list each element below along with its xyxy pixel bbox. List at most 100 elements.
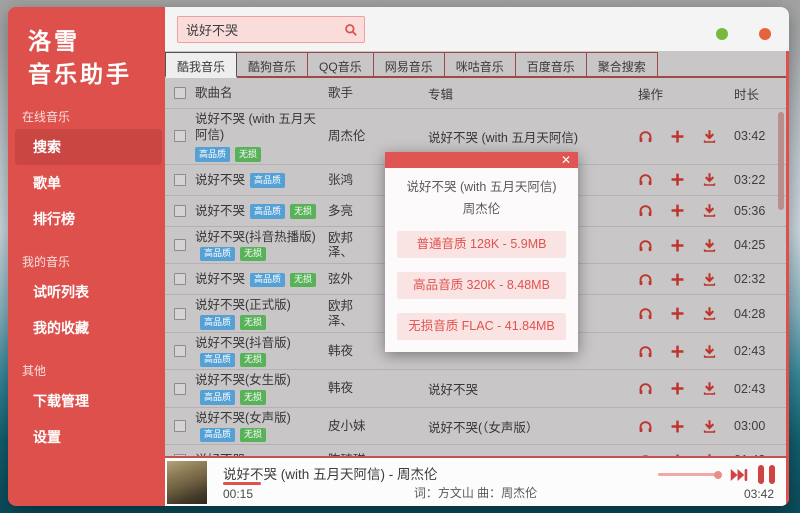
headphones-icon[interactable]: [638, 238, 653, 253]
headphones-icon[interactable]: [638, 381, 653, 396]
song-name-cell: 说好不哭(抖音热播版)高品质无损: [195, 229, 328, 262]
sidebar-item-我的收藏[interactable]: 我的收藏: [15, 310, 162, 346]
sidebar-section-label: 其他: [22, 362, 165, 379]
headphones-icon[interactable]: [638, 419, 653, 434]
row-checkbox-cell: [165, 239, 195, 251]
artist-name: 张鸿: [328, 173, 353, 187]
song-name: 说好不哭(正式版): [195, 298, 291, 312]
song-credits: 词：方文山 曲：周杰伦: [414, 484, 537, 501]
actions-cell: [638, 306, 734, 321]
badge-无损: 无损: [240, 353, 266, 368]
download-icon[interactable]: [702, 238, 717, 253]
download-icon[interactable]: [702, 381, 717, 396]
plus-icon[interactable]: [670, 238, 685, 253]
plus-icon[interactable]: [670, 344, 685, 359]
search-icon[interactable]: [338, 17, 364, 42]
row-checkbox[interactable]: [174, 420, 186, 432]
badge-高品质: 高品质: [200, 390, 235, 405]
scrollbar-thumb[interactable]: [778, 112, 784, 210]
row-checkbox[interactable]: [174, 345, 186, 357]
download-icon[interactable]: [702, 344, 717, 359]
song-name-cell: 说好不哭(抖音版)高品质无损: [195, 335, 328, 368]
quality-option-button[interactable]: 无损音质 FLAC - 41.84MB: [397, 313, 566, 340]
headphones-icon[interactable]: [638, 306, 653, 321]
song-name-cell: 说好不哭(女声版)高品质无损: [195, 410, 328, 443]
search-input[interactable]: [178, 22, 338, 37]
search-box: [177, 16, 365, 43]
row-checkbox-cell: [165, 273, 195, 285]
actions-cell: [638, 203, 734, 218]
minimize-button[interactable]: [716, 28, 728, 40]
download-icon[interactable]: [702, 272, 717, 287]
logo-line1: 洛雪: [28, 25, 165, 58]
duration-cell: 03:00: [734, 419, 786, 433]
select-all-cell: [165, 87, 195, 99]
sidebar-item-排行榜[interactable]: 排行榜: [15, 201, 162, 237]
plus-icon[interactable]: [670, 272, 685, 287]
quality-option-button[interactable]: 高品音质 320K - 8.48MB: [397, 272, 566, 299]
close-icon[interactable]: ✕: [561, 152, 571, 168]
badge-高品质: 高品质: [200, 247, 235, 262]
headphones-icon[interactable]: [638, 272, 653, 287]
row-checkbox[interactable]: [174, 383, 186, 395]
tab-百度音乐[interactable]: 百度音乐: [516, 52, 587, 76]
plus-icon[interactable]: [670, 306, 685, 321]
badge-无损: 无损: [240, 390, 266, 405]
download-icon[interactable]: [702, 419, 717, 434]
plus-icon[interactable]: [670, 129, 685, 144]
tab-酷我音乐[interactable]: 酷我音乐: [165, 52, 237, 78]
download-icon[interactable]: [702, 306, 717, 321]
download-icon[interactable]: [702, 129, 717, 144]
row-checkbox[interactable]: [174, 205, 186, 217]
next-track-button[interactable]: [730, 467, 748, 483]
artist-name: 多亮: [328, 204, 353, 218]
album-art: [167, 461, 207, 504]
row-checkbox[interactable]: [174, 308, 186, 320]
tab-网易音乐[interactable]: 网易音乐: [374, 52, 445, 76]
plus-icon[interactable]: [670, 381, 685, 396]
actions-cell: [638, 419, 734, 434]
headphones-icon[interactable]: [638, 172, 653, 187]
headphones-icon[interactable]: [638, 344, 653, 359]
quality-option-button[interactable]: 普通音质 128K - 5.9MB: [397, 231, 566, 258]
sidebar-item-试听列表[interactable]: 试听列表: [15, 274, 162, 310]
header-album: 专辑: [428, 84, 638, 103]
artist-name: 周杰伦: [328, 129, 366, 143]
sidebar-item-下载管理[interactable]: 下载管理: [15, 383, 162, 419]
artist-name: 韩夜: [328, 381, 353, 395]
app-logo: 洛雪 音乐助手: [8, 25, 165, 92]
artist-name: 弦外: [328, 272, 353, 286]
row-checkbox[interactable]: [174, 130, 186, 142]
close-button[interactable]: [759, 28, 771, 40]
headphones-icon[interactable]: [638, 129, 653, 144]
badge-无损: 无损: [240, 428, 266, 443]
plus-icon[interactable]: [670, 172, 685, 187]
download-icon[interactable]: [702, 172, 717, 187]
tab-QQ音乐[interactable]: QQ音乐: [308, 52, 374, 76]
headphones-icon[interactable]: [638, 203, 653, 218]
download-icon[interactable]: [702, 203, 717, 218]
volume-thumb[interactable]: [714, 471, 722, 479]
tab-酷狗音乐[interactable]: 酷狗音乐: [237, 52, 308, 76]
sidebar-item-歌单[interactable]: 歌单: [15, 165, 162, 201]
tab-聚合搜索[interactable]: 聚合搜索: [587, 52, 658, 76]
table-row[interactable]: 说好不哭(女声版)高品质无损皮小妹说好不哭(（女声版）03:00: [165, 408, 786, 446]
volume-slider[interactable]: [658, 473, 720, 476]
sidebar-item-搜索[interactable]: 搜索: [15, 129, 162, 165]
sidebar-item-设置[interactable]: 设置: [15, 419, 162, 455]
plus-icon[interactable]: [670, 203, 685, 218]
row-checkbox[interactable]: [174, 239, 186, 251]
progress-bar[interactable]: [223, 482, 261, 485]
song-name-cell: 说好不哭高品质无损: [195, 203, 328, 219]
row-checkbox[interactable]: [174, 174, 186, 186]
plus-icon[interactable]: [670, 419, 685, 434]
row-checkbox[interactable]: [174, 273, 186, 285]
song-name: 说好不哭 (with 五月天阿信): [195, 112, 316, 142]
select-all-checkbox[interactable]: [174, 87, 186, 99]
tab-咪咕音乐[interactable]: 咪咕音乐: [445, 52, 516, 76]
song-name: 说好不哭(抖音热播版): [195, 230, 316, 244]
pause-button[interactable]: [758, 465, 775, 484]
artist-name: 皮小妹: [328, 419, 366, 433]
table-row[interactable]: 说好不哭(女生版)高品质无损韩夜说好不哭02:43: [165, 370, 786, 408]
actions-cell: [638, 129, 734, 144]
